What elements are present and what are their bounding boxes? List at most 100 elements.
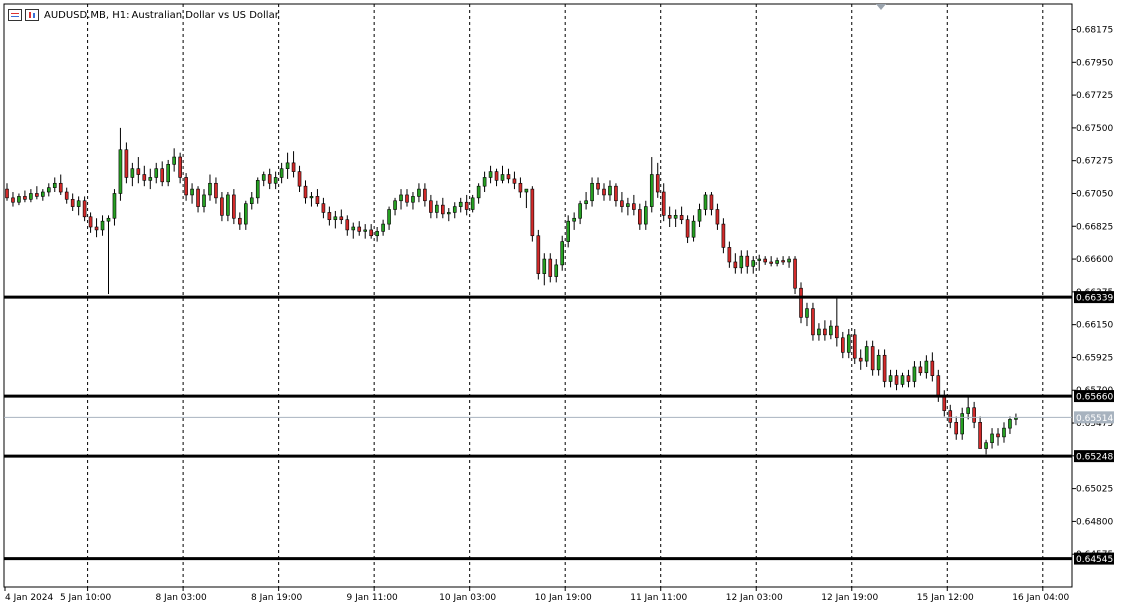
- candle-body: [46, 187, 51, 193]
- candle-body: [130, 168, 135, 178]
- candle-body: [351, 226, 356, 231]
- chart-title-bar: AUDUSD.MB, H1: Australian Dollar vs US D…: [8, 8, 279, 22]
- candle-body: [763, 258, 767, 263]
- candle-body: [220, 197, 224, 216]
- candle-body: [829, 325, 833, 336]
- candle-body: [739, 255, 744, 269]
- candle-body: [58, 182, 63, 193]
- candle-body: [888, 375, 893, 382]
- y-tick-label: 0.66150: [1076, 321, 1113, 331]
- level-label: 0.65248: [1076, 453, 1113, 463]
- candle-body: [369, 229, 373, 237]
- candle-body: [35, 193, 39, 197]
- level-label: 0.65660: [1076, 393, 1113, 403]
- candle-body: [835, 325, 839, 339]
- candle-body: [333, 216, 338, 221]
- candle-body: [464, 201, 469, 210]
- candle-body: [309, 196, 314, 199]
- y-tick-label: 0.64800: [1076, 517, 1113, 527]
- candle-body: [960, 413, 965, 435]
- y-tick-label: 0.66825: [1076, 222, 1113, 232]
- candle-body: [393, 200, 397, 210]
- candle-body: [954, 422, 959, 435]
- candle-body: [29, 193, 33, 200]
- level-label: 0.64545: [1076, 555, 1113, 565]
- candle-body: [506, 174, 511, 180]
- candle-body: [297, 171, 302, 187]
- candle-body: [996, 433, 1000, 438]
- candle-body: [339, 216, 344, 221]
- candle-body: [626, 203, 630, 207]
- candle-body: [936, 375, 941, 397]
- candle-body: [548, 258, 553, 277]
- candle-body: [900, 375, 905, 385]
- x-tick-label: 10 Jan 19:00: [535, 593, 592, 603]
- candle-body: [942, 395, 947, 411]
- candle-body: [321, 203, 326, 213]
- plot-area[interactable]: [3, 3, 1073, 588]
- chart-type-icon[interactable]: [25, 9, 39, 21]
- candle-body: [387, 209, 391, 225]
- candle-body: [315, 196, 320, 204]
- candle-body: [608, 185, 612, 196]
- y-tick-label: 0.65025: [1076, 485, 1113, 495]
- chart-symbol: AUDUSD.MB, H1:: [44, 9, 130, 21]
- candle-body: [554, 264, 559, 277]
- candle-body: [918, 366, 923, 374]
- candle-body: [679, 215, 684, 221]
- candle-body: [375, 231, 379, 237]
- x-tick-label: 12 Jan 03:00: [726, 593, 783, 603]
- candle-body: [661, 191, 666, 216]
- current-price-label: 0.65514: [1076, 414, 1113, 424]
- candle-body: [984, 442, 988, 449]
- candle-body: [482, 177, 487, 187]
- candle-body: [279, 168, 284, 178]
- price-chart[interactable]: 0.68175 0.67950 0.67725 0.67500 0.67275 0.670…: [0, 0, 1126, 608]
- candle-body: [70, 199, 75, 207]
- candle-body: [142, 174, 147, 181]
- candle-body: [691, 220, 696, 238]
- x-tick-label: 10 Jan 03:00: [439, 593, 496, 603]
- candle-body: [882, 354, 887, 382]
- candle-body: [560, 241, 565, 266]
- y-tick-label: 0.67050: [1076, 189, 1113, 199]
- candle-body: [11, 197, 15, 203]
- candle-body: [249, 197, 254, 204]
- candle-body: [614, 185, 618, 202]
- candle-body: [178, 156, 182, 178]
- candle-body: [208, 182, 212, 196]
- candle-body: [858, 357, 863, 362]
- candle-body: [94, 226, 99, 231]
- candle-body: [572, 217, 576, 222]
- y-tick-label: 0.66600: [1076, 255, 1113, 265]
- candle-body: [930, 360, 935, 376]
- candle-body: [876, 354, 881, 371]
- candle-body: [405, 194, 409, 203]
- x-tick-label: 15 Jan 12:00: [917, 593, 974, 603]
- candle-body: [751, 260, 756, 267]
- candle-body: [536, 235, 541, 274]
- candle-body: [88, 216, 93, 228]
- candle-body: [643, 206, 648, 225]
- candle-body: [429, 200, 433, 213]
- candle-body: [912, 366, 917, 382]
- candle-body: [733, 261, 738, 269]
- candle-body: [745, 255, 750, 267]
- x-tick-label: 5 Jan 10:00: [60, 593, 112, 603]
- candle-body: [255, 180, 260, 199]
- candle-body: [494, 171, 499, 181]
- candle-body: [476, 185, 481, 199]
- candle-body: [112, 193, 117, 219]
- chart-window-icon[interactable]: [8, 9, 22, 21]
- candle-body: [1002, 427, 1006, 438]
- candle-body: [166, 164, 170, 183]
- candle-body: [244, 203, 248, 225]
- x-tick-label: 12 Jan 19:00: [821, 593, 878, 603]
- candle-body: [446, 212, 451, 215]
- candle-body: [590, 182, 594, 202]
- candle-body: [673, 215, 678, 219]
- candle-body: [261, 174, 266, 181]
- candle-body: [757, 258, 762, 261]
- candle-body: [870, 346, 875, 371]
- candle-body: [649, 174, 654, 207]
